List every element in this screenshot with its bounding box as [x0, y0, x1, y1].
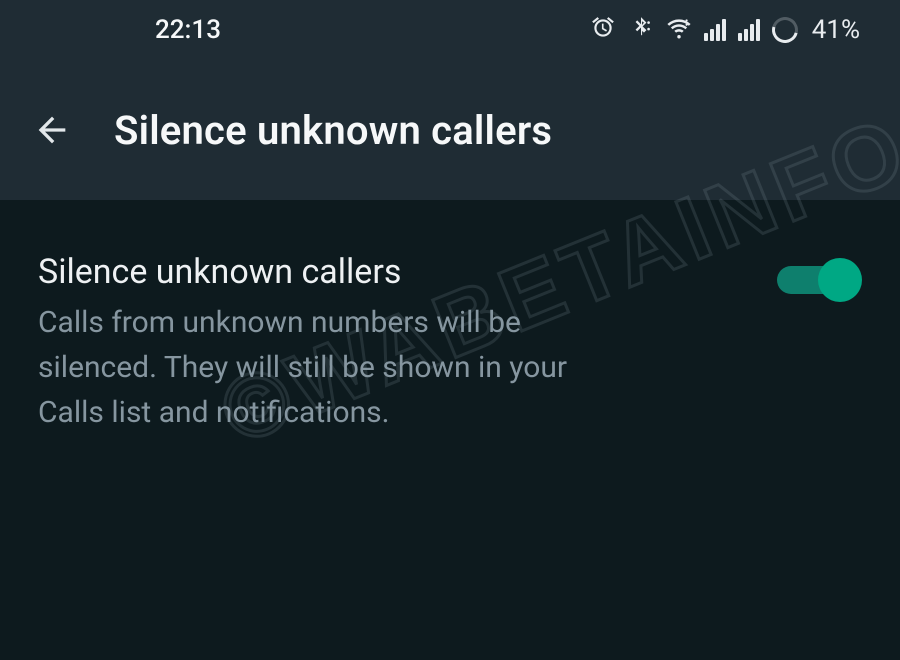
battery-ring-icon — [767, 12, 803, 48]
settings-content: Silence unknown callers Calls from unkno… — [0, 200, 900, 487]
silence-unknown-toggle[interactable] — [777, 258, 862, 302]
setting-title: Silence unknown callers — [38, 252, 753, 292]
arrow-left-icon — [32, 110, 72, 150]
status-icons: 41% — [590, 15, 860, 45]
bluetooth-icon — [628, 15, 654, 45]
alarm-icon — [590, 15, 616, 45]
app-header: Silence unknown callers — [0, 60, 900, 200]
back-button[interactable] — [30, 108, 74, 152]
wifi-icon — [666, 15, 692, 45]
signal-icon-2 — [738, 19, 760, 41]
page-title: Silence unknown callers — [114, 107, 552, 154]
toggle-thumb — [818, 258, 862, 302]
signal-icon-1 — [704, 19, 726, 41]
status-time: 22:13 — [40, 15, 221, 45]
setting-text: Silence unknown callers Calls from unkno… — [38, 252, 753, 435]
setting-description: Calls from unknown numbers will be silen… — [38, 300, 638, 435]
setting-row-silence-unknown: Silence unknown callers Calls from unkno… — [38, 252, 862, 435]
battery-percent: 41% — [812, 15, 860, 45]
status-bar: 22:13 41% — [0, 0, 900, 60]
